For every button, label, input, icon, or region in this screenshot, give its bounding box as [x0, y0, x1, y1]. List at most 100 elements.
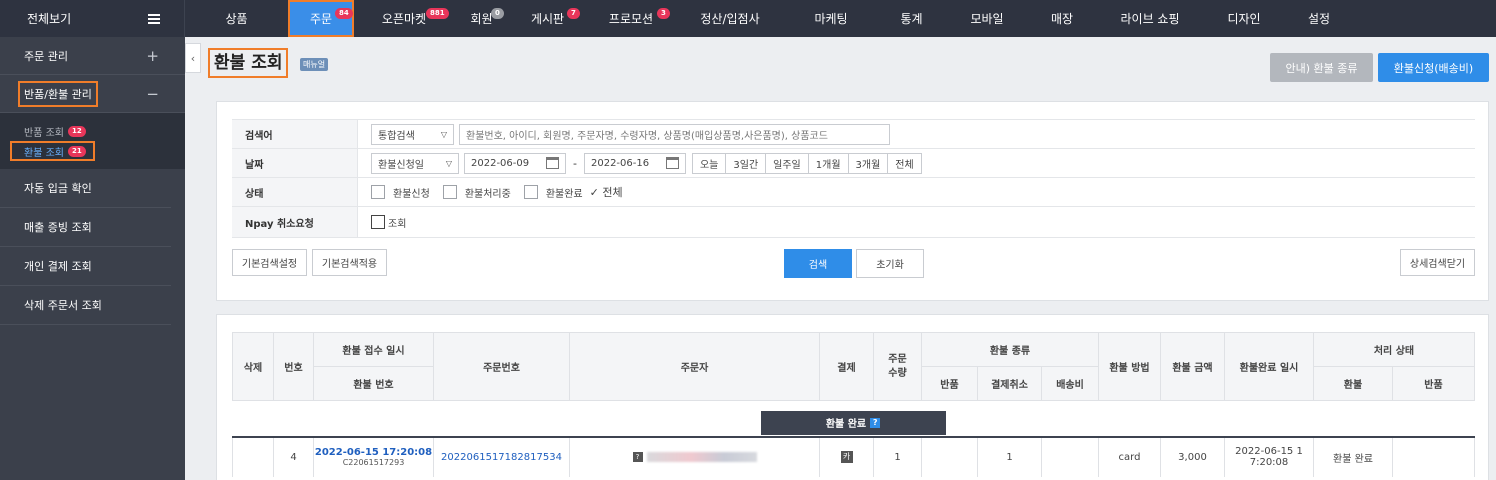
- sidebar-item-personal-payment[interactable]: 개인 결제 조회: [0, 247, 171, 286]
- manual-button[interactable]: 매뉴얼: [300, 58, 329, 71]
- received-at-link[interactable]: 2022-06-15 17:20:08: [314, 447, 433, 458]
- status-row: 상태 환불신청 환불처리중 환불완료 ✓ 전체: [232, 178, 1475, 207]
- cell-type-shipping: [1041, 436, 1099, 477]
- checkbox-box[interactable]: [371, 215, 385, 229]
- chevron-down-icon: ▽: [440, 129, 447, 139]
- default-search-settings-button[interactable]: 기본검색설정: [232, 249, 307, 276]
- main-menu: 상품 주문 84 오픈마켓 881 회원 0 게시판 7 프로모션 3 정산/입점사 마케…: [185, 0, 1355, 37]
- sidebar-submenu: 반품 조회 12 환불 조회 21: [0, 113, 185, 169]
- date-from-input[interactable]: 2022-06-09: [464, 152, 566, 174]
- col-order-no: 주문번호: [433, 332, 570, 401]
- sidebar-item-label: 매출 증빙 조회: [24, 221, 92, 234]
- quick-all-button[interactable]: 전체: [887, 152, 922, 174]
- status-refund-complete-checkbox[interactable]: 환불완료: [523, 185, 583, 200]
- menu-mobile[interactable]: 모바일: [945, 0, 1029, 37]
- date-type-select[interactable]: 환불신청일 ▽: [371, 152, 459, 174]
- menu-live-shopping[interactable]: 라이브 쇼핑: [1095, 0, 1205, 37]
- menu-marketing[interactable]: 마케팅: [784, 0, 878, 37]
- result-panel: 삭제 번호 환불 접수 일시 주문번호 주문자 결제 주문 수량 환불 종류 환…: [216, 314, 1489, 480]
- order-number-link[interactable]: 2022061517182817534: [441, 452, 562, 463]
- refund-type-guide-button[interactable]: 안내) 환불 종류: [1270, 53, 1373, 82]
- calendar-icon[interactable]: [665, 157, 679, 169]
- member-type-icon: ?: [632, 451, 643, 462]
- menu-member[interactable]: 회원 0: [454, 0, 509, 37]
- subitem-label: 반품 조회: [24, 128, 64, 139]
- menu-settlement[interactable]: 정산/입점사: [676, 0, 784, 37]
- group-label: 환불 완료: [825, 419, 867, 431]
- menu-settings[interactable]: 설정: [1283, 0, 1355, 37]
- page-title: 환불 조회: [208, 48, 289, 78]
- select-value: 통합검색: [378, 130, 415, 142]
- col-type-cancel: 결제취소: [977, 366, 1042, 401]
- menu-board[interactable]: 게시판 7: [509, 0, 586, 37]
- menu-product[interactable]: 상품: [185, 0, 288, 37]
- header-text: 주문 수량: [888, 353, 907, 379]
- cell-order-no: 2022061517182817534: [433, 436, 570, 477]
- sidebar-item-return-mgmt[interactable]: 반품/환불 관리 −: [0, 75, 185, 113]
- col-refund-no: 환불 번호: [313, 366, 434, 401]
- checkbox-box[interactable]: [371, 185, 385, 199]
- date-to-value: 2022-06-16: [590, 157, 650, 169]
- col-refund-method: 환불 방법: [1098, 332, 1161, 401]
- sidebar-item-deleted-orders[interactable]: 삭제 주문서 조회: [0, 286, 171, 325]
- menu-label: 설정: [1307, 12, 1331, 26]
- top-navigation: 전체보기 상품 주문 84 오픈마켓 881 회원 0 게시판 7 프로모션 3 정산/입…: [0, 0, 1496, 37]
- detail-search-close-button[interactable]: 상세검색닫기: [1400, 249, 1475, 276]
- sidebar-item-label: 개인 결제 조회: [24, 260, 92, 273]
- sidebar-item-order-mgmt[interactable]: 주문 관리 +: [0, 37, 185, 75]
- status-refund-request-checkbox[interactable]: 환불신청: [371, 185, 430, 200]
- orderer-name-redacted[interactable]: [646, 451, 757, 462]
- quick-today-button[interactable]: 오늘: [691, 152, 727, 174]
- keyword-type-select[interactable]: 통합검색 ▽: [371, 123, 454, 145]
- checkbox-label: 환불신청: [393, 188, 430, 200]
- help-icon[interactable]: ?: [870, 417, 881, 428]
- sidebar-subitem-return-lookup[interactable]: 반품 조회 12: [24, 122, 185, 141]
- checkbox-label: 환불완료: [545, 188, 583, 200]
- date-to-input[interactable]: 2022-06-16: [583, 152, 686, 174]
- cell-qty: 1: [873, 436, 922, 477]
- cell-type-return: [921, 436, 978, 477]
- sidebar-item-sales-proof[interactable]: 매출 증빙 조회: [0, 208, 171, 247]
- npay-lookup-checkbox[interactable]: 조회: [371, 215, 406, 230]
- menu-store[interactable]: 매장: [1029, 0, 1095, 37]
- col-orderer: 주문자: [569, 332, 820, 401]
- col-no: 번호: [273, 332, 314, 401]
- checkbox-box[interactable]: [523, 185, 538, 199]
- status-all-toggle[interactable]: ✓ 전체: [590, 184, 623, 200]
- cell-method: card: [1098, 436, 1161, 477]
- menu-order[interactable]: 주문 84: [288, 0, 354, 37]
- quick-week-button[interactable]: 일주일: [765, 152, 809, 174]
- menu-label: 회원: [470, 12, 493, 26]
- search-button[interactable]: 검색: [784, 249, 852, 278]
- menu-label: 디자인: [1227, 12, 1261, 26]
- table-row[interactable]: 4 2022-06-15 17:20:08 C22061517293 20220…: [232, 436, 1475, 477]
- default-search-apply-button[interactable]: 기본검색적용: [312, 249, 387, 276]
- reset-button[interactable]: 초기화: [856, 249, 924, 278]
- sidebar-collapse-button[interactable]: ‹: [185, 43, 201, 73]
- refund-apply-shipping-button[interactable]: 환불신청(배송비): [1378, 53, 1489, 82]
- quick-3months-button[interactable]: 3개월: [847, 152, 889, 174]
- cell-no: 4: [273, 436, 314, 477]
- cell-amount: 3,000: [1160, 436, 1225, 477]
- sidebar-item-label: 주문 관리: [24, 49, 68, 63]
- menu-label: 정산/입점사: [700, 12, 760, 26]
- keyword-input[interactable]: 환불번호, 아이디, 회원명, 주문자명, 수령자명, 상품명(매입상품명,사은…: [459, 123, 890, 145]
- menu-design[interactable]: 디자인: [1205, 0, 1283, 37]
- checkbox-box[interactable]: [442, 185, 457, 199]
- status-refund-processing-checkbox[interactable]: 환불처리중: [442, 185, 511, 200]
- sidebar-subitem-refund-lookup[interactable]: 환불 조회 21: [10, 141, 95, 161]
- sidebar-item-auto-deposit[interactable]: 자동 입금 확인: [0, 169, 171, 208]
- menu-stats[interactable]: 통계: [878, 0, 945, 37]
- menu-promotion[interactable]: 프로모션 3: [586, 0, 676, 37]
- status-label: 상태: [232, 178, 358, 206]
- npay-label: Npay 취소요청: [232, 207, 358, 237]
- expand-plus-icon[interactable]: +: [146, 47, 159, 65]
- calendar-icon[interactable]: [546, 157, 559, 169]
- quick-1month-button[interactable]: 1개월: [807, 152, 849, 174]
- hamburger-menu-icon: [148, 13, 160, 24]
- cell-received: 2022-06-15 17:20:08 C22061517293: [313, 436, 434, 477]
- quick-3days-button[interactable]: 3일간: [725, 152, 767, 174]
- collapse-minus-icon[interactable]: −: [146, 85, 159, 103]
- all-view-button[interactable]: 전체보기: [0, 0, 185, 37]
- menu-openmarket[interactable]: 오픈마켓 881: [354, 0, 454, 37]
